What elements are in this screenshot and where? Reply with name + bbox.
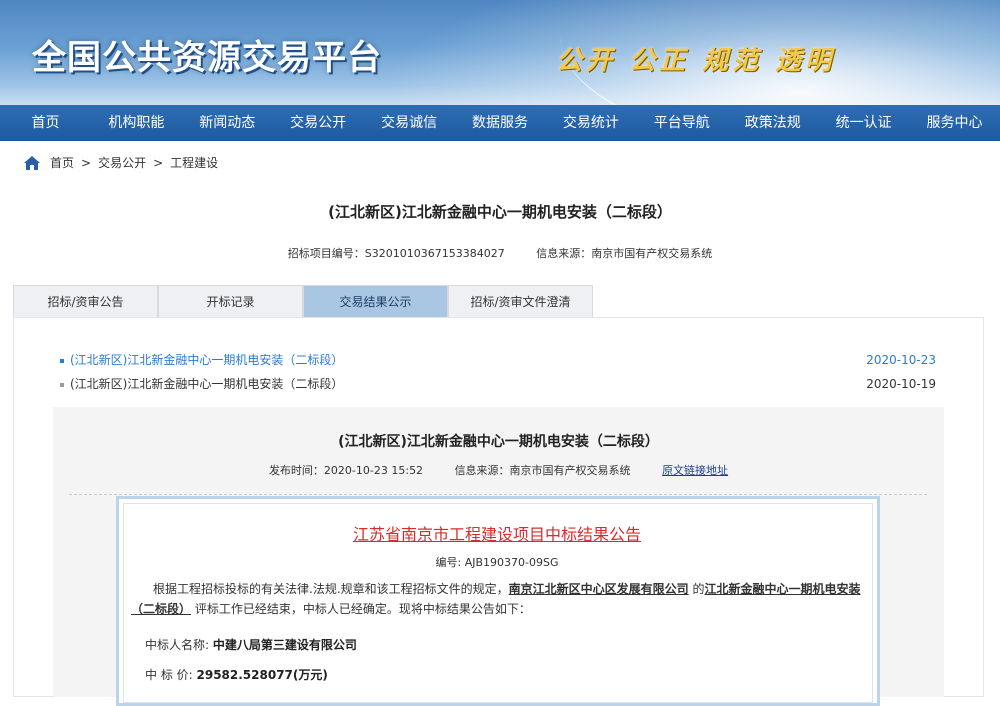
breadcrumb: 首页 > 交易公开 > 工程建设	[24, 154, 218, 171]
paragraph-mid: 的	[688, 582, 705, 596]
list-item-title: (江北新区)江北新金融中心一期机电安装（二标段）	[70, 353, 344, 367]
breadcrumb-trade-public[interactable]: 交易公开	[98, 154, 146, 171]
tab-trade-result[interactable]: 交易结果公示	[303, 285, 448, 317]
detail-publish-time: 发布时间：2020-10-23 15:52	[268, 464, 424, 477]
price-label: 中 标 价:	[145, 668, 197, 682]
bullet-icon	[60, 382, 64, 387]
nav-item-trade-stats[interactable]: 交易统计	[545, 105, 636, 141]
home-icon	[24, 155, 40, 170]
list-item[interactable]: (江北新区)江北新金融中心一期机电安装（二标段） 2020-10-23	[60, 348, 936, 372]
list-item-date: 2020-10-19	[866, 377, 936, 391]
winner-label: 中标人名称:	[145, 638, 213, 652]
list-item-title: (江北新区)江北新金融中心一期机电安装（二标段）	[70, 377, 344, 391]
tenderer-name: 南京江北新区中心区发展有限公司	[508, 582, 689, 596]
main-nav: 首页 机构职能 新闻动态 交易公开 交易诚信 数据服务 交易统计 平台导航 政策…	[0, 105, 1000, 141]
bullet-icon	[60, 358, 64, 363]
nav-item-service[interactable]: 服务中心	[909, 105, 1000, 141]
tab-bid-announcement[interactable]: 招标/资审公告	[13, 285, 158, 317]
nav-item-policy[interactable]: 政策法规	[727, 105, 818, 141]
winner-line: 中标人名称: 中建八局第三建设有限公司	[145, 636, 357, 653]
nav-item-trade-credit[interactable]: 交易诚信	[364, 105, 455, 141]
paragraph-suffix: 评标工作已经结束，中标人已经确定。现将中标结果公告如下：	[191, 602, 531, 616]
document-number: 编号: AJB190370-09SG	[435, 556, 559, 569]
price-line: 中 标 价: 29582.528077(万元)	[145, 666, 328, 683]
project-title: (江北新区)江北新金融中心一期机电安装（二标段）	[328, 203, 672, 221]
breadcrumb-separator: >	[153, 155, 164, 170]
breadcrumb-separator: >	[81, 155, 92, 170]
project-source: 信息来源：南京市国有产权交易系统	[536, 247, 713, 260]
detail-card: (江北新区)江北新金融中心一期机电安装（二标段） 发布时间：2020-10-23…	[53, 407, 944, 706]
document-title: 江苏省南京市工程建设项目中标结果公告	[352, 525, 641, 544]
nav-item-news[interactable]: 新闻动态	[182, 105, 273, 141]
slogan: 公开 公正 规范 透明	[556, 46, 836, 76]
breadcrumb-home[interactable]: 首页	[50, 154, 74, 171]
header-banner: 全国公共资源交易平台 公开 公正 规范 透明	[0, 0, 1000, 105]
original-link[interactable]: 原文链接地址	[662, 464, 728, 477]
list-item-title-wrap: (江北新区)江北新金融中心一期机电安装（二标段）	[60, 348, 343, 372]
nav-item-institution[interactable]: 机构职能	[91, 105, 182, 141]
paragraph-prefix: 根据工程招标投标的有关法律.法规.规章和该工程招标文件的规定，	[153, 582, 509, 596]
divider	[69, 494, 927, 495]
site-title: 全国公共资源交易平台	[32, 38, 382, 78]
document-paragraph: 根据工程招标投标的有关法律.法规.规章和该工程招标文件的规定，南京江北新区中心区…	[131, 579, 861, 619]
nav-item-home[interactable]: 首页	[0, 105, 91, 141]
nav-item-trade-public[interactable]: 交易公开	[273, 105, 364, 141]
breadcrumb-engineering[interactable]: 工程建设	[170, 154, 218, 171]
list-item-date: 2020-10-23	[866, 353, 936, 367]
nav-item-data-service[interactable]: 数据服务	[455, 105, 546, 141]
winner-name: 中建八局第三建设有限公司	[212, 638, 357, 652]
announcement-document: 江苏省南京市工程建设项目中标结果公告 编号: AJB190370-09SG 根据…	[116, 496, 880, 706]
project-meta: 招标项目编号：S3201010367153384027 信息来源：南京市国有产权…	[0, 245, 1000, 261]
nav-item-auth[interactable]: 统一认证	[818, 105, 909, 141]
detail-source: 信息来源：南京市国有产权交易系统	[454, 464, 631, 477]
tab-bid-opening[interactable]: 开标记录	[158, 285, 303, 317]
tab-doc-clarification[interactable]: 招标/资审文件澄清	[448, 285, 593, 317]
tab-bar: 招标/资审公告 开标记录 交易结果公示 招标/资审文件澄清	[13, 285, 593, 317]
nav-item-platform-nav[interactable]: 平台导航	[636, 105, 727, 141]
list-item[interactable]: (江北新区)江北新金融中心一期机电安装（二标段） 2020-10-19	[60, 372, 936, 396]
result-list: (江北新区)江北新金融中心一期机电安装（二标段） 2020-10-23 (江北新…	[60, 348, 936, 396]
list-item-title-wrap: (江北新区)江北新金融中心一期机电安装（二标段）	[60, 372, 343, 396]
project-code: 招标项目编号：S3201010367153384027	[287, 247, 505, 260]
price-value: 29582.528077(万元)	[196, 668, 328, 682]
detail-meta: 发布时间：2020-10-23 15:52 信息来源：南京市国有产权交易系统 原…	[53, 462, 944, 478]
detail-title: (江北新区)江北新金融中心一期机电安装（二标段）	[338, 434, 659, 450]
